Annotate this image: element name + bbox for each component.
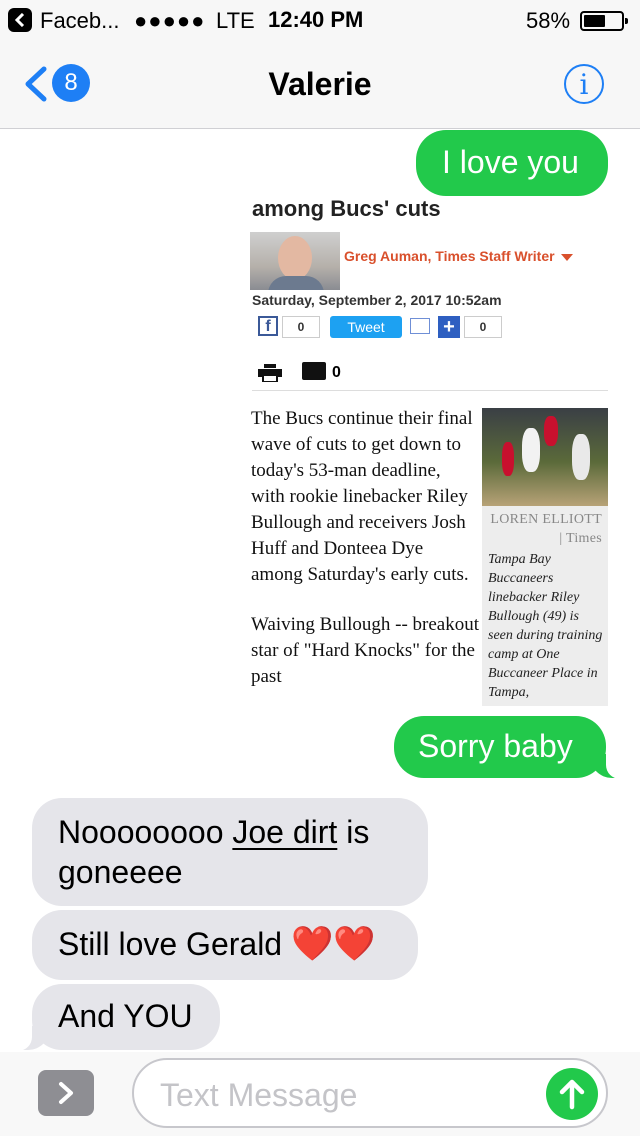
article-body: The Bucs continue their final wave of cu… [251,406,479,706]
facebook-share-count: 0 [282,316,320,338]
author-photo [250,232,340,290]
email-icon [410,318,430,334]
message-bubble-sent[interactable]: Sorry baby [394,716,622,779]
article-paragraph: Waiving Bullough -- breakout star of "Ha… [251,614,480,687]
message-image-attachment[interactable]: among Bucs' cuts Greg Auman, Times Staff… [244,196,608,706]
message-bubble-received[interactable]: And YOU [16,984,220,1051]
article-author-text: Greg Auman, Times Staff Writer [344,248,555,264]
battery-percent: 58% [526,8,571,33]
signal-strength-icon: ●●●●● [134,8,206,33]
article-author: Greg Auman, Times Staff Writer [344,248,573,264]
battery-icon [580,11,628,31]
photo-credit: LOREN ELLIOTT | Times [490,512,602,546]
text-message-field[interactable] [132,1058,608,1128]
article-date: Saturday, September 2, 2017 10:52am [252,292,502,308]
message-bubble-sent[interactable]: I love you [416,130,608,196]
tweet-button: Tweet [330,316,402,338]
printer-icon [258,364,282,382]
message-text: Still love Gerald [58,926,283,962]
comment-icon [302,362,326,380]
message-text: Noooooooo [58,814,233,850]
back-app-name[interactable]: Faceb... [40,8,119,34]
plus-share-count: 0 [464,316,502,338]
caret-down-icon [560,253,573,261]
status-bar: Faceb... ●●●●● LTE 12:40 PM 58% [0,0,640,40]
message-input-bar [0,1052,640,1136]
plus-share-icon: + [438,316,460,338]
article-photo-sidebar: LOREN ELLIOTT | Times Tampa Bay Buccanee… [482,408,608,706]
facebook-icon: f [258,316,278,336]
message-bubble-received[interactable]: Noooooooo Joe dirt is goneeee [32,798,428,906]
status-time: 12:40 PM [268,7,364,32]
chevron-right-icon [59,1082,73,1104]
expand-apps-button[interactable] [38,1070,94,1116]
message-bubble-received[interactable]: Still love Gerald ❤️❤️ [32,910,418,980]
text-message-input[interactable] [158,1072,542,1118]
arrow-up-icon [559,1079,585,1110]
comment-count: 0 [332,364,341,381]
bubble-tail [16,1025,50,1051]
football-photo [482,408,608,506]
back-to-app-icon[interactable] [8,8,32,32]
navigation-bar: 8 Valerie i [0,40,640,129]
network-type: LTE [216,8,255,33]
photo-caption: Tampa Bay Buccaneers linebacker Riley Bu… [488,552,603,700]
tweet-label: Tweet [347,319,385,335]
article-paragraph: The Bucs continue their final wave of cu… [251,408,473,585]
conversation-title[interactable]: Valerie [0,66,640,103]
send-button[interactable] [546,1068,598,1120]
message-text: I love you [442,144,579,180]
bubble-tail [590,753,622,779]
message-text: And YOU [58,998,193,1034]
info-icon[interactable]: i [564,64,604,104]
article-headline: among Bucs' cuts [252,196,441,221]
message-link[interactable]: Joe dirt [232,814,337,850]
heart-emoji: ❤️❤️ [290,924,376,964]
message-text: Sorry baby [418,728,573,764]
divider [252,390,608,391]
